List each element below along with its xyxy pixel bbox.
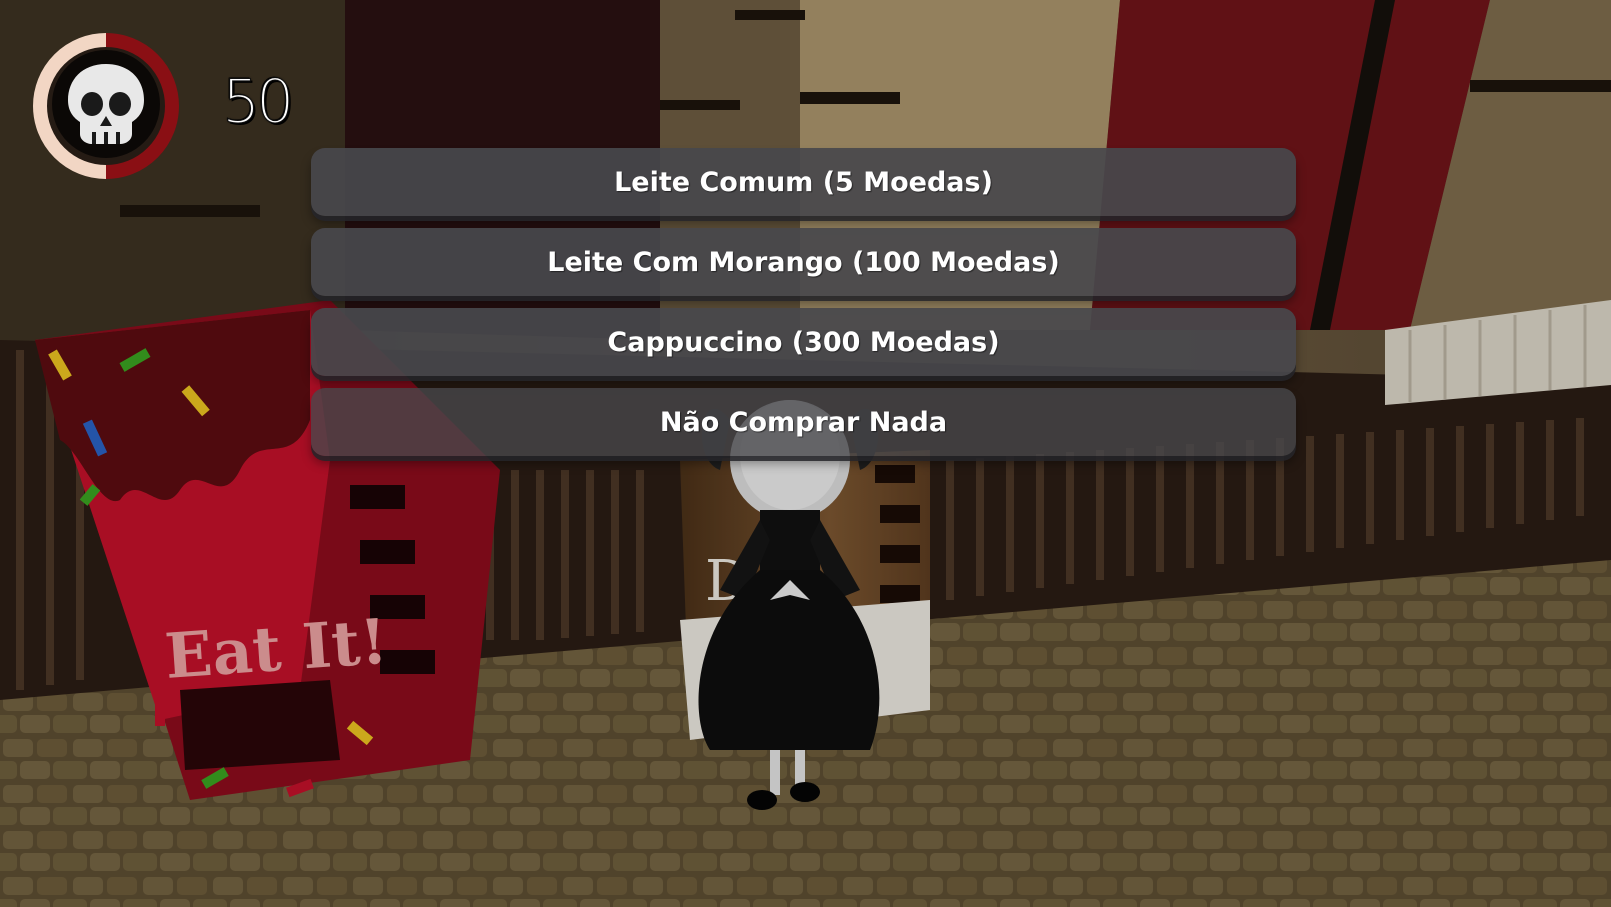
shop-menu: Leite Comum (5 Moedas) Leite Com Morango… (311, 148, 1296, 468)
skull-icon (68, 64, 144, 144)
buy-cappuccino-button[interactable]: Cappuccino (300 Moedas) (311, 308, 1296, 376)
buy-nothing-button[interactable]: Não Comprar Nada (311, 388, 1296, 456)
buy-common-milk-button[interactable]: Leite Comum (5 Moedas) (311, 148, 1296, 216)
buy-strawberry-milk-button[interactable]: Leite Com Morango (100 Moedas) (311, 228, 1296, 296)
health-indicator (26, 30, 186, 190)
button-label: Leite Comum (5 Moedas) (614, 166, 993, 198)
button-label: Não Comprar Nada (659, 406, 948, 438)
coin-counter: 50 (221, 67, 294, 137)
button-label: Leite Com Morango (100 Moedas) (547, 246, 1060, 278)
button-label: Cappuccino (300 Moedas) (607, 326, 1000, 358)
